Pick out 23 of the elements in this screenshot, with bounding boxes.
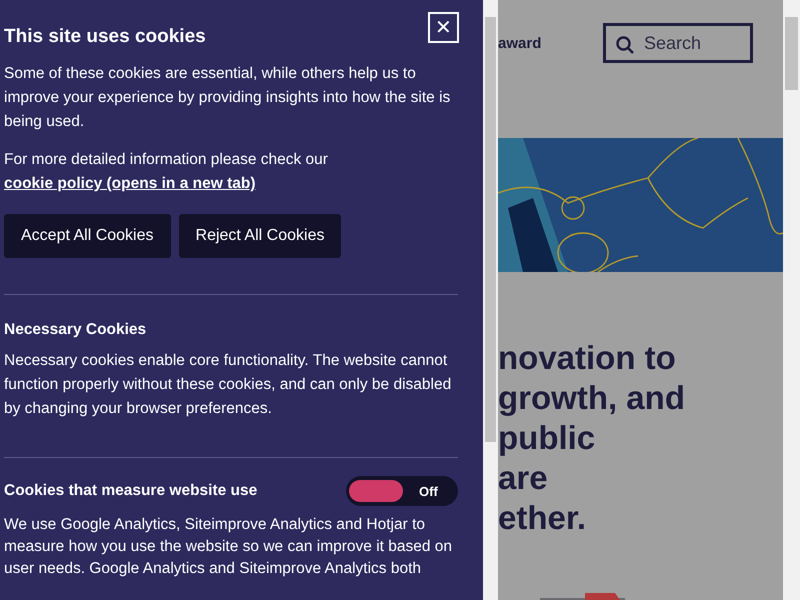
toggle-switch[interactable]: Off [346, 476, 458, 506]
nav-link[interactable]: award [498, 34, 542, 52]
reject-button[interactable]: Reject All Cookies [178, 214, 342, 258]
scrollbar[interactable] [783, 0, 800, 600]
scrollbar[interactable] [483, 0, 498, 600]
headline-text: public [498, 418, 596, 458]
search-icon [615, 35, 635, 55]
close-button[interactable]: ✕ [428, 12, 459, 43]
section-text: We use Google Analytics, Siteimprove Analytics and Hotjar to measure how you use the website so we can improve it based on user needs. Google Analytics and Siteimprove Analytics both [4, 515, 454, 579]
headline-text: novation to [498, 338, 677, 378]
headline-text: ether. [498, 498, 588, 538]
search-field[interactable]: Search [603, 23, 753, 63]
cookie-policy-link[interactable]: cookie policy (opens in a new tab) [4, 175, 256, 192]
accept-button[interactable]: Accept All Cookies [4, 214, 171, 258]
intro-text: Some of these cookies are essential, while others help us to improve your experience by providing insights into how the site is being used. [4, 64, 452, 132]
dialog-title: This site uses cookies [4, 26, 206, 48]
section-title: Necessary Cookies [4, 321, 148, 339]
logo-fragment-icon [540, 593, 625, 600]
section-text: Necessary cookies enable core functionality. The website cannot function properly without these cookies, and can only be disabled by changing your browser preferences. [4, 351, 452, 419]
headline-text: are [498, 458, 549, 498]
section-title: Cookies that measure website use [4, 482, 258, 500]
headline-text: growth, and [498, 378, 686, 418]
policy-text: For more detailed information please check our cookie policy (opens in a new tab) [4, 150, 329, 194]
